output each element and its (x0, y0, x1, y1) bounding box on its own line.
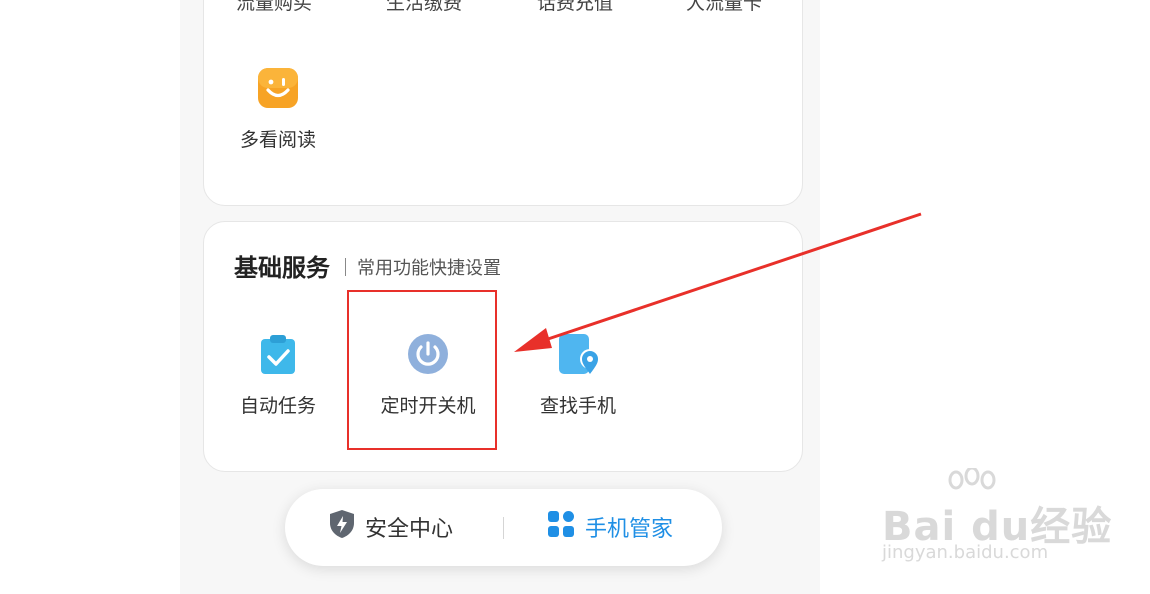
find-phone-location-icon (557, 333, 600, 375)
app-label-cut[interactable]: 生活缴费 (386, 0, 462, 15)
title-divider (345, 258, 346, 276)
annotation-highlight-box (347, 290, 497, 450)
tab-security-center[interactable]: 安全中心 (329, 509, 454, 545)
smiley-reading-icon (257, 67, 299, 109)
baidu-jingyan-watermark: Bai du经验 jingyan.baidu.com (880, 468, 1111, 573)
clipboard-check-icon (257, 333, 299, 375)
service-label: 查找手机 (539, 395, 616, 417)
service-find-phone[interactable]: 查找手机 (503, 333, 653, 418)
service-auto-task[interactable]: 自动任务 (203, 333, 353, 418)
app-label-cut[interactable]: 流量购买 (236, 0, 312, 15)
section-title: 基础服务 (234, 254, 330, 282)
section-subtitle: 常用功能快捷设置 (357, 258, 501, 279)
tab-phone-manager[interactable]: 手机管家 (547, 511, 673, 543)
shield-bolt-icon (329, 509, 355, 545)
watermark-url: jingyan.baidu.com (882, 542, 1049, 563)
bottom-nav-bar: 安全中心 手机管家 (285, 489, 722, 566)
tab-label: 安全中心 (365, 517, 454, 542)
app-label-cut[interactable]: 大流量卡 (686, 0, 762, 15)
app-duokan-reading[interactable]: 多看阅读 (203, 67, 353, 152)
service-label: 自动任务 (239, 395, 316, 417)
four-squares-icon (547, 510, 575, 544)
app-label: 多看阅读 (239, 129, 316, 151)
app-label-cut[interactable]: 话费充值 (537, 0, 613, 15)
tab-label: 手机管家 (585, 517, 674, 542)
nav-divider (503, 517, 504, 539)
